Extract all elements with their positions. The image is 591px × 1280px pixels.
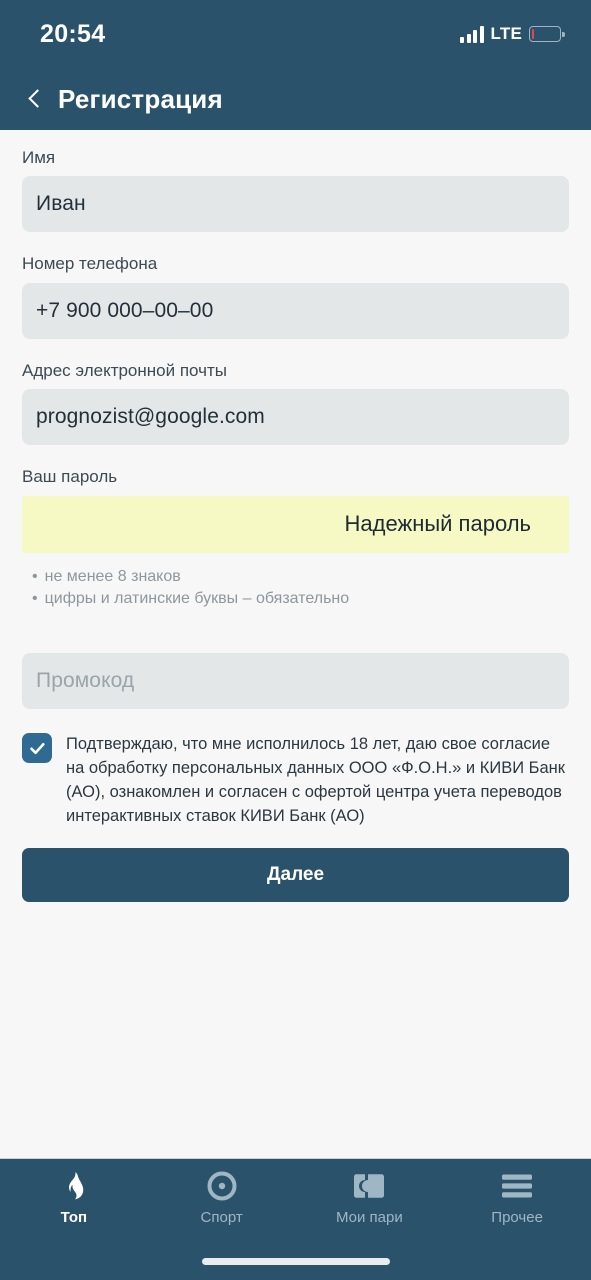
consent-checkbox[interactable] xyxy=(22,733,52,763)
submit-button[interactable]: Далее xyxy=(22,848,569,903)
field-label-email: Адрес электронной почты xyxy=(22,360,227,380)
nav-item-sport[interactable]: Спорт xyxy=(148,1169,296,1226)
field-password: Ваш пароль Надежный пароль • не менее 8 … xyxy=(22,467,569,611)
checkmark-icon xyxy=(29,742,45,754)
hamburger-menu-icon xyxy=(501,1169,533,1203)
first-name-value: Иван xyxy=(36,192,86,216)
password-requirements: • не менее 8 знаков • цифры и латинские … xyxy=(22,566,569,611)
email-input[interactable]: prognozist@google.com xyxy=(22,389,569,446)
field-label-password: Ваш пароль xyxy=(22,467,118,487)
password-hint-text: цифры и латинские буквы – обязательно xyxy=(44,590,350,608)
password-hint: • не менее 8 знаков xyxy=(32,566,569,589)
network-type-label: LTE xyxy=(490,24,522,43)
flame-icon xyxy=(61,1169,87,1203)
password-hint: • цифры и латинские буквы – обязательно xyxy=(32,588,569,611)
nav-label-my-bets: Мои пари xyxy=(336,1209,403,1226)
field-promo-code: Промокод xyxy=(22,653,569,709)
battery-low-icon xyxy=(529,26,565,42)
ticket-icon xyxy=(352,1169,386,1203)
status-indicators: LTE xyxy=(460,24,565,44)
battery-fill xyxy=(531,28,535,40)
signal-bars-icon xyxy=(460,25,484,43)
nav-item-top[interactable]: Топ xyxy=(0,1169,148,1226)
nav-label-sport: Спорт xyxy=(200,1209,243,1226)
phone-number-input[interactable]: +7 900 000–00–00 xyxy=(22,282,569,339)
password-strength-badge: Надежный пароль xyxy=(344,511,531,537)
password-hint-text: не менее 8 знаков xyxy=(44,567,181,585)
bottom-navigation-bar: Топ Спорт Мои пари Прочее xyxy=(0,1158,591,1280)
promo-code-input[interactable]: Промокод xyxy=(22,653,569,709)
page-title: Регистрация xyxy=(58,83,223,114)
nav-items: Топ Спорт Мои пари Прочее xyxy=(0,1159,591,1226)
field-label-first-name: Имя xyxy=(22,148,56,167)
field-phone-number: Номер телефона +7 900 000–00–00 xyxy=(22,254,569,339)
field-email: Адрес электронной почты prognozist@googl… xyxy=(22,360,569,446)
promo-code-placeholder: Промокод xyxy=(36,669,135,692)
nav-item-other[interactable]: Прочее xyxy=(443,1169,591,1226)
app-header: Регистрация xyxy=(0,68,591,130)
first-name-input[interactable]: Иван xyxy=(22,176,569,233)
consent-text: Подтверждаю, что мне исполнилось 18 лет,… xyxy=(66,735,565,826)
phone-number-value: +7 900 000–00–00 xyxy=(36,298,214,322)
password-input[interactable]: Надежный пароль xyxy=(22,495,569,553)
status-bar: 20:54 LTE xyxy=(0,0,591,68)
consent-row[interactable]: Подтверждаю, что мне исполнилось 18 лет,… xyxy=(22,731,569,828)
chevron-left-icon[interactable] xyxy=(24,84,50,114)
field-label-phone-number: Номер телефона xyxy=(22,254,158,274)
email-value: prognozist@google.com xyxy=(36,405,265,429)
home-indicator xyxy=(201,1258,390,1265)
status-time: 20:54 xyxy=(40,19,106,48)
bullet-icon: • xyxy=(32,567,38,585)
nav-item-my-bets[interactable]: Мои пари xyxy=(296,1169,444,1226)
field-first-name: Имя Иван xyxy=(22,148,569,233)
target-circle-icon xyxy=(207,1169,237,1203)
registration-form: Имя Иван Номер телефона +7 900 000–00–00… xyxy=(0,148,591,903)
nav-label-other: Прочее xyxy=(491,1209,543,1226)
nav-label-top: Топ xyxy=(60,1209,88,1226)
bullet-icon: • xyxy=(32,590,38,608)
